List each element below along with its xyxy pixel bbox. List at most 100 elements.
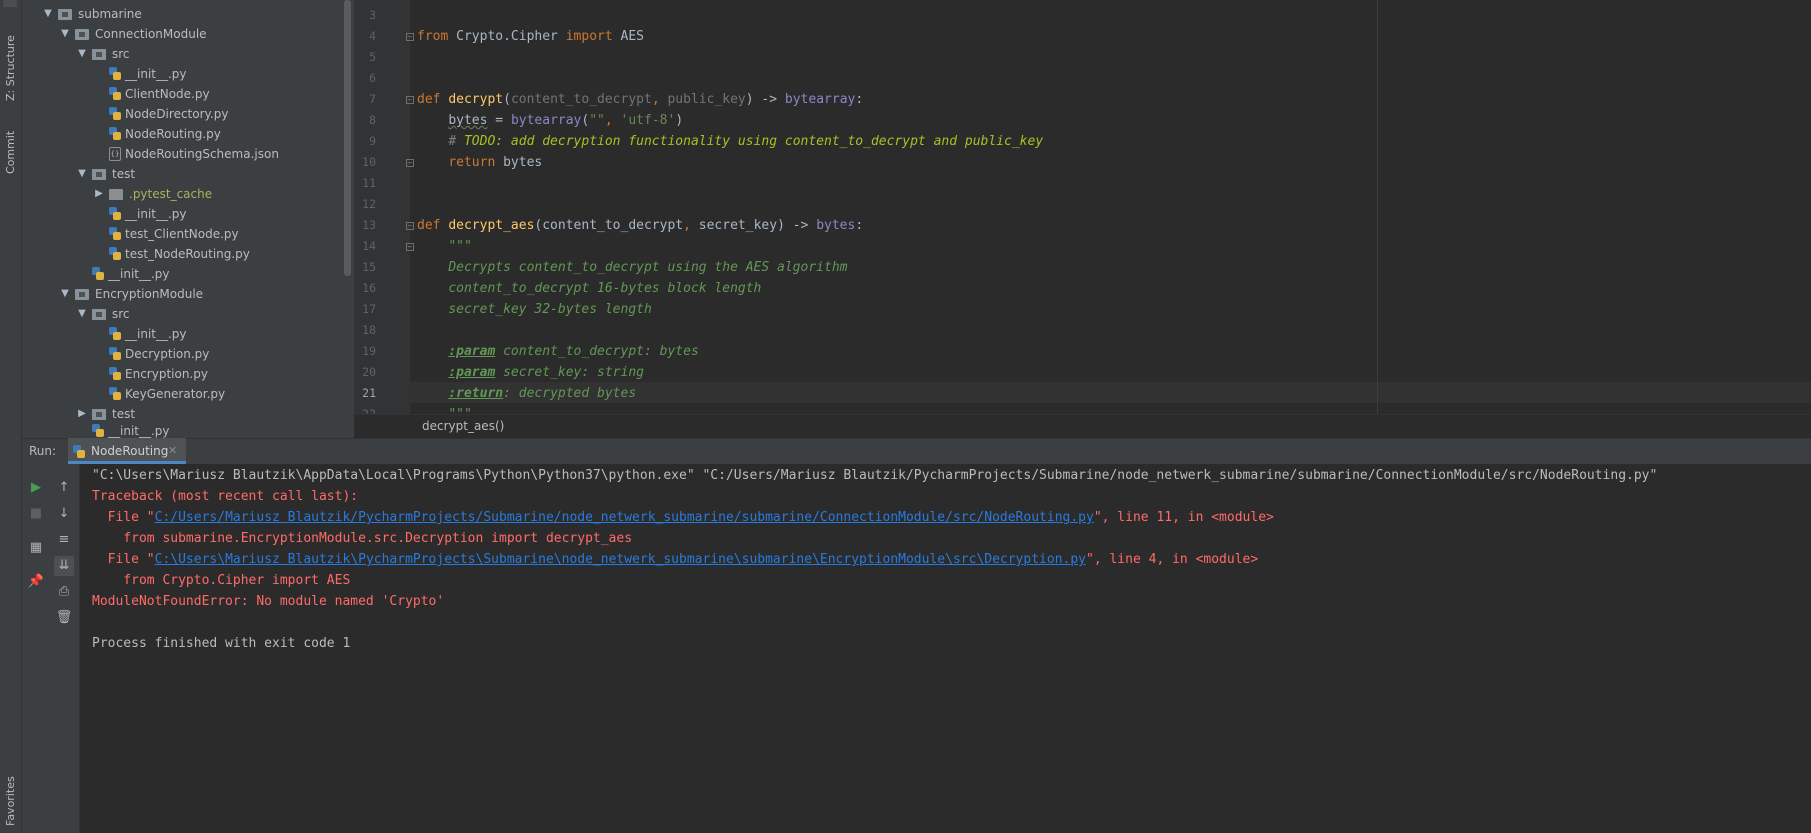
line-number: 12 <box>362 197 376 211</box>
chevron-down-icon[interactable]: ▼ <box>76 44 88 64</box>
python-file-icon <box>109 107 121 121</box>
scroll-to-end-icon[interactable]: ⇊ <box>54 556 74 576</box>
right-margin-guide <box>1377 0 1378 414</box>
trash-icon[interactable]: 🗑 <box>54 608 74 628</box>
line-number: 15 <box>362 260 376 274</box>
console-file-link[interactable]: C:/Users/Mariusz Blautzik/PycharmProject… <box>155 510 1094 525</box>
close-icon[interactable]: ✕ <box>168 444 177 457</box>
chevron-right-icon[interactable]: ▶ <box>93 184 105 204</box>
project-tree-scrollbar[interactable] <box>344 0 351 276</box>
console-file-link[interactable]: C:\Users\Mariusz Blautzik\PycharmProject… <box>155 552 1086 567</box>
tree-item[interactable]: __init__.py <box>93 204 187 224</box>
run-toolbar-primary: ▶ ■ ▦ 📌 <box>22 464 49 833</box>
chevron-down-icon[interactable]: ▼ <box>76 304 88 324</box>
code-token: AES <box>612 29 645 44</box>
line-number: 7 <box>369 92 376 106</box>
breadcrumb-function[interactable]: decrypt_aes() <box>422 419 504 433</box>
tree-item[interactable]: ▼ submarine <box>42 4 142 24</box>
code-line-8: bytes = bytearray("", 'utf-8') <box>417 110 683 131</box>
tree-item-label: Decryption.py <box>125 347 210 361</box>
line-number: 5 <box>369 50 376 64</box>
tree-item[interactable]: ▶ .pytest_cache <box>93 184 212 204</box>
chevron-down-icon[interactable]: ▼ <box>42 4 54 24</box>
tree-item-label: ConnectionModule <box>95 27 207 41</box>
arrow-up-icon[interactable]: ↑ <box>54 478 74 498</box>
code-token: bytes <box>495 155 543 170</box>
console-command-line: "C:\Users\Mariusz Blautzik\AppData\Local… <box>92 468 1658 483</box>
code-line-22: """ <box>417 404 471 414</box>
fold-marker[interactable]: − <box>406 243 414 251</box>
tree-item[interactable]: Encryption.py <box>93 364 208 384</box>
tree-item[interactable]: ▼ src <box>76 44 129 64</box>
tree-item[interactable]: test_ClientNode.py <box>93 224 239 244</box>
tree-item-label: test <box>112 167 136 181</box>
tree-item-label: NodeRoutingSchema.json <box>125 147 279 161</box>
keyword: def <box>417 92 449 107</box>
code-token: ) <box>675 113 684 128</box>
parameter: content_to_decrypt <box>510 92 652 107</box>
folder-icon <box>92 48 106 60</box>
tree-item[interactable]: __init__.py <box>93 64 187 84</box>
tree-item[interactable]: ClientNode.py <box>93 84 210 104</box>
arrow-down-icon[interactable]: ↓ <box>54 504 74 524</box>
tree-item-label: EncryptionModule <box>95 287 204 301</box>
docstring: """ <box>448 407 471 414</box>
tree-item[interactable]: ▼ src <box>76 304 129 324</box>
tree-item[interactable]: ▼ ConnectionModule <box>59 24 207 44</box>
python-file-icon <box>109 227 121 241</box>
pin-icon[interactable]: 📌 <box>26 572 46 592</box>
stop-icon[interactable]: ■ <box>26 504 46 524</box>
favorites-tool-tab[interactable]: Favorites <box>0 770 21 833</box>
return-type: bytearray <box>784 92 856 107</box>
code-token: Crypto.Cipher <box>448 29 566 44</box>
docstring: content_to_decrypt 16-bytes block length <box>448 281 762 296</box>
python-file-icon <box>92 424 104 438</box>
tree-item[interactable]: ▼ test <box>76 164 135 184</box>
rerun-icon[interactable]: ▶ <box>26 478 46 498</box>
code-line-17: secret_key 32-bytes length <box>417 299 652 320</box>
chevron-down-icon[interactable]: ▼ <box>59 24 71 44</box>
tree-item-label: submarine <box>78 7 142 21</box>
console-text: ", line 11, in <module> <box>1093 510 1274 525</box>
fold-marker[interactable]: − <box>406 96 414 104</box>
tree-item[interactable]: ▶ test <box>76 404 135 424</box>
run-label: Run: <box>29 444 57 458</box>
tree-item[interactable]: ▼ EncryptionModule <box>59 284 203 304</box>
line-number: 3 <box>369 8 376 22</box>
commit-tool-tab[interactable]: Commit <box>0 122 21 182</box>
fold-marker[interactable]: − <box>406 33 414 41</box>
chevron-right-icon[interactable]: ▶ <box>76 404 88 424</box>
console-exit-message: Process finished with exit code 1 <box>92 636 351 651</box>
fold-marker[interactable]: − <box>406 222 414 230</box>
tree-item[interactable]: Decryption.py <box>93 344 209 364</box>
chevron-down-icon[interactable]: ▼ <box>59 284 71 304</box>
string-literal: "" <box>589 113 605 128</box>
docstring: """ <box>448 239 472 254</box>
tree-item[interactable]: test_NodeRouting.py <box>93 244 250 264</box>
code-token: ( <box>503 92 511 107</box>
tree-item[interactable]: KeyGenerator.py <box>93 384 225 404</box>
tree-item[interactable]: NodeDirectory.py <box>93 104 228 124</box>
code-line-7: def decrypt(content_to_decrypt, public_k… <box>417 89 863 110</box>
tree-item[interactable]: __init__.py <box>76 424 170 438</box>
line-number: 20 <box>362 365 376 379</box>
keyword: return <box>448 155 496 170</box>
tree-item[interactable]: NodeRouting.py <box>93 124 221 144</box>
tree-item[interactable]: __init__.py <box>76 264 170 284</box>
parameter: public_key <box>667 92 746 107</box>
console-file-line-2: File "C:\Users\Mariusz Blautzik\PycharmP… <box>92 549 1259 570</box>
python-file-icon <box>109 207 121 221</box>
soft-wrap-icon[interactable]: ≡ <box>54 530 74 550</box>
tree-item[interactable]: __init__.py <box>93 324 187 344</box>
folder-icon <box>92 168 106 180</box>
print-icon[interactable]: ⎙ <box>54 582 74 602</box>
fold-marker[interactable]: − <box>406 159 414 167</box>
structure-tool-tab[interactable]: Z: Structure <box>0 28 21 108</box>
folder-icon <box>58 8 72 20</box>
folder-icon <box>75 288 89 300</box>
chevron-down-icon[interactable]: ▼ <box>76 164 88 184</box>
project-tool-button[interactable] <box>3 0 17 7</box>
python-file-icon <box>109 367 121 381</box>
layout-icon[interactable]: ▦ <box>26 538 46 558</box>
tree-item[interactable]: {} NodeRoutingSchema.json <box>93 144 279 164</box>
